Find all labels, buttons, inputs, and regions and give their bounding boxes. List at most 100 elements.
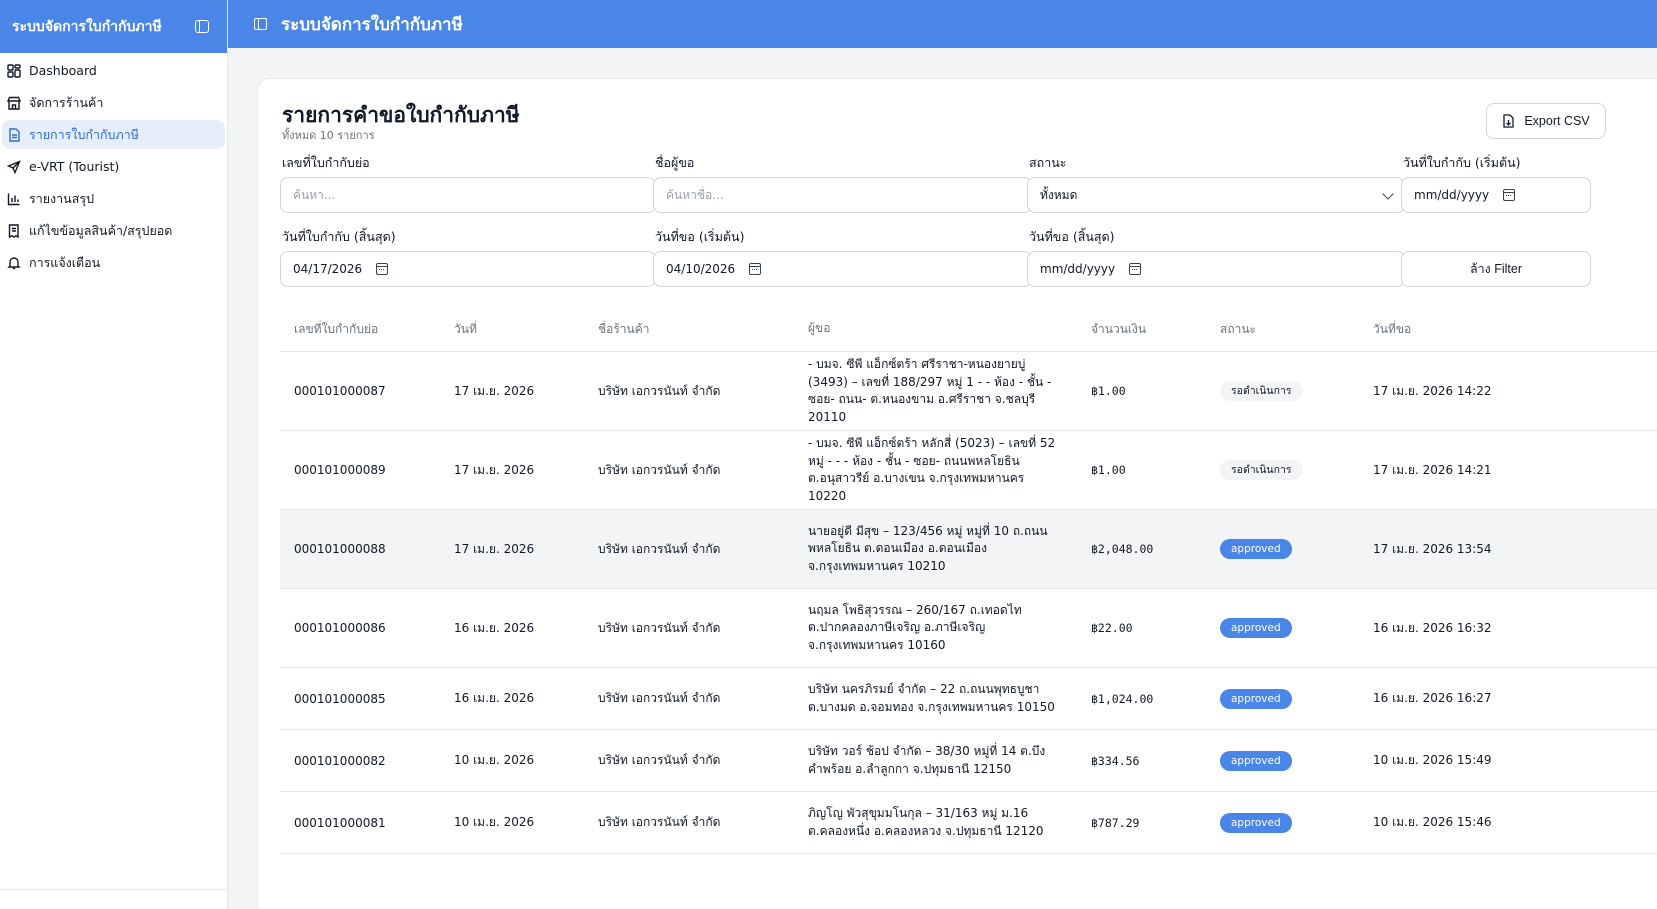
column-header[interactable]: ผู้ขอ [794,320,1077,338]
status-badge: approved [1220,688,1292,709]
request-date-start-input[interactable]: 04/10/2026 [653,251,1032,287]
top-header: ระบบจัดการใบกำกับภาษี [228,0,1657,48]
sidebar-item-label: รายงานสรุป [29,190,95,206]
invoice-date: 17 เม.ย. 2026 [454,462,535,477]
amount: ฿1.00 [1091,463,1126,477]
status-select[interactable]: ทั้งหมด [1027,177,1405,213]
document-icon [7,127,21,142]
request-date-end-label: วันที่ขอ (สิ้นสุด) [1029,229,1115,244]
amount: ฿334.56 [1091,753,1140,768]
status-cell: approved [1206,618,1359,638]
column-header[interactable]: จำนวนเงิน [1077,320,1206,339]
invoice-table: เลขที่ใบกำกับย่อ วันที่ ชื่อร้านค้า ผู้ข… [280,307,1657,854]
table-row[interactable]: 000101000086 16 เม.ย. 2026 บริษัท เอกวรน… [280,589,1657,668]
status-badge: approved [1220,539,1292,559]
calendar-icon[interactable] [749,263,762,275]
invoice-date: 10 เม.ย. 2026 [454,815,535,829]
calendar-icon[interactable] [376,263,389,275]
sidebar-item-label: แก้ไขข้อมูลสินค้า/สรุปยอด [29,222,173,238]
invoice-no-placeholder: ค้นหา... [293,187,336,202]
export-csv-label: Export CSV [1524,114,1590,128]
export-csv-button[interactable]: Export CSV [1486,103,1606,139]
sidebar-header: ระบบจัดการใบกำกับภาษี [0,0,227,53]
table-row[interactable]: 000101000082 10 เม.ย. 2026 บริษัท เอกวรน… [280,730,1657,792]
table-row[interactable]: 000101000085 16 เม.ย. 2026 บริษัท เอกวรน… [280,668,1657,730]
requested-at: 16 เม.ย. 2026 16:32 [1373,620,1492,635]
invoice-date-end-value: 04/17/2026 [293,262,363,276]
column-header[interactable]: สถานะ [1206,320,1359,339]
requested-at: 17 เม.ย. 2026 13:54 [1373,541,1492,556]
sidebar-toggle-icon[interactable] [195,20,209,33]
requester-address: - บมจ. ซีพี แอ็กซ์ตร้า ศรีราชา-หนองยายบู… [808,357,1052,424]
status-select-value: ทั้งหมด [1040,187,1078,202]
invoice-no-label: เลขที่ใบกำกับย่อ [282,155,370,170]
bar-chart-icon [7,192,21,206]
sidebar-item-notifications[interactable]: การแจ้งเตือน [2,248,225,277]
requester-input[interactable]: ค้นหาชื่อ... [653,177,1032,213]
status-cell: approved [1206,688,1359,709]
invoice-date-start-label: วันที่ใบกำกับ (เริ่มต้น) [1403,155,1521,170]
amount: ฿1,024.00 [1091,691,1154,706]
column-header[interactable]: วันที่ [440,320,584,339]
invoice-date: 16 เม.ย. 2026 [454,620,535,635]
status-cell: รอดำเนินการ [1206,381,1359,401]
status-badge: approved [1220,750,1292,771]
column-header[interactable]: เลขที่ใบกำกับย่อ [280,320,440,339]
status-badge: รอดำเนินการ [1220,381,1303,401]
status-cell: รอดำเนินการ [1206,460,1359,480]
sidebar-item-stores[interactable]: จัดการร้านค้า [2,88,225,117]
request-date-start-label: วันที่ขอ (เริ่มต้น) [655,229,745,244]
status-cell: approved [1206,539,1359,559]
sidebar-item-evrt[interactable]: e-VRT (Tourist) [2,152,225,181]
sidebar-item-dashboard[interactable]: Dashboard [2,56,225,85]
store-icon [7,96,21,110]
file-export-icon [1503,114,1514,128]
amount: ฿2,048.00 [1091,542,1154,556]
sidebar-item-label: Dashboard [29,63,97,78]
plane-icon [7,159,21,174]
dashboard-icon [7,63,21,78]
invoice-date: 17 เม.ย. 2026 [454,541,535,556]
clear-filter-button[interactable]: ล้าง Filter [1401,251,1591,287]
request-date-start-value: 04/10/2026 [666,262,736,276]
sidebar-item-tax-invoices[interactable]: รายการใบกำกับภาษี [2,120,225,149]
receipt-edit-icon [7,223,21,238]
requester-address: นฤมล โพธิสุวรรณ – 260/167 ถ.เทอดไท ต.ปาก… [808,602,1022,652]
invoice-date-end-input[interactable]: 04/17/2026 [280,251,656,287]
sidebar-item-reports[interactable]: รายงานสรุป [2,184,225,213]
column-header[interactable]: วันที่ขอ [1359,320,1657,339]
invoice-date-start-input[interactable]: mm/dd/yyyy [1401,177,1591,213]
request-date-end-input[interactable]: mm/dd/yyyy [1027,251,1405,287]
calendar-icon[interactable] [1503,189,1516,201]
invoice-no-input[interactable]: ค้นหา... [280,177,656,213]
shop-name: บริษัท เอกวรนันท์ จำกัด [598,620,721,635]
sidebar-nav: Dashboard จัดการร้านค้า รายการใบกำกับภาษ… [0,53,227,277]
requested-at: 16 เม.ย. 2026 16:27 [1373,691,1492,705]
status-cell: approved [1206,812,1359,833]
column-header[interactable]: ชื่อร้านค้า [584,320,794,339]
requested-at: 10 เม.ย. 2026 15:49 [1373,753,1492,767]
status-label: สถานะ [1029,155,1067,170]
panel-toggle-icon[interactable] [254,18,267,30]
invoice-number: 000101000086 [294,621,386,635]
calendar-icon[interactable] [1129,263,1142,275]
status-badge: approved [1220,812,1292,833]
sidebar-footer [0,889,227,909]
sidebar-item-label: รายการใบกำกับภาษี [29,126,139,142]
sidebar-item-label: จัดการร้านค้า [29,94,104,110]
invoice-number: 000101000088 [294,542,386,556]
invoice-number: 000101000082 [294,753,386,768]
table-row[interactable]: 000101000089 17 เม.ย. 2026 บริษัท เอกวรน… [280,431,1657,510]
status-badge: approved [1220,618,1292,638]
invoice-date: 17 เม.ย. 2026 [454,383,535,398]
chevron-down-icon [1382,188,1394,200]
invoice-number: 000101000085 [294,691,386,706]
table-row[interactable]: 000101000081 10 เม.ย. 2026 บริษัท เอกวรน… [280,792,1657,854]
sidebar-item-edit-products[interactable]: แก้ไขข้อมูลสินค้า/สรุปยอด [2,216,225,245]
table-row[interactable]: 000101000088 17 เม.ย. 2026 บริษัท เอกวรน… [280,510,1657,589]
sidebar: ระบบจัดการใบกำกับภาษี Dashboard จัดการร้… [0,0,228,909]
table-row[interactable]: 000101000087 17 เม.ย. 2026 บริษัท เอกวรน… [280,352,1657,431]
invoice-date: 10 เม.ย. 2026 [454,753,535,767]
invoice-number: 000101000089 [294,463,386,477]
sidebar-item-label: e-VRT (Tourist) [29,159,120,174]
